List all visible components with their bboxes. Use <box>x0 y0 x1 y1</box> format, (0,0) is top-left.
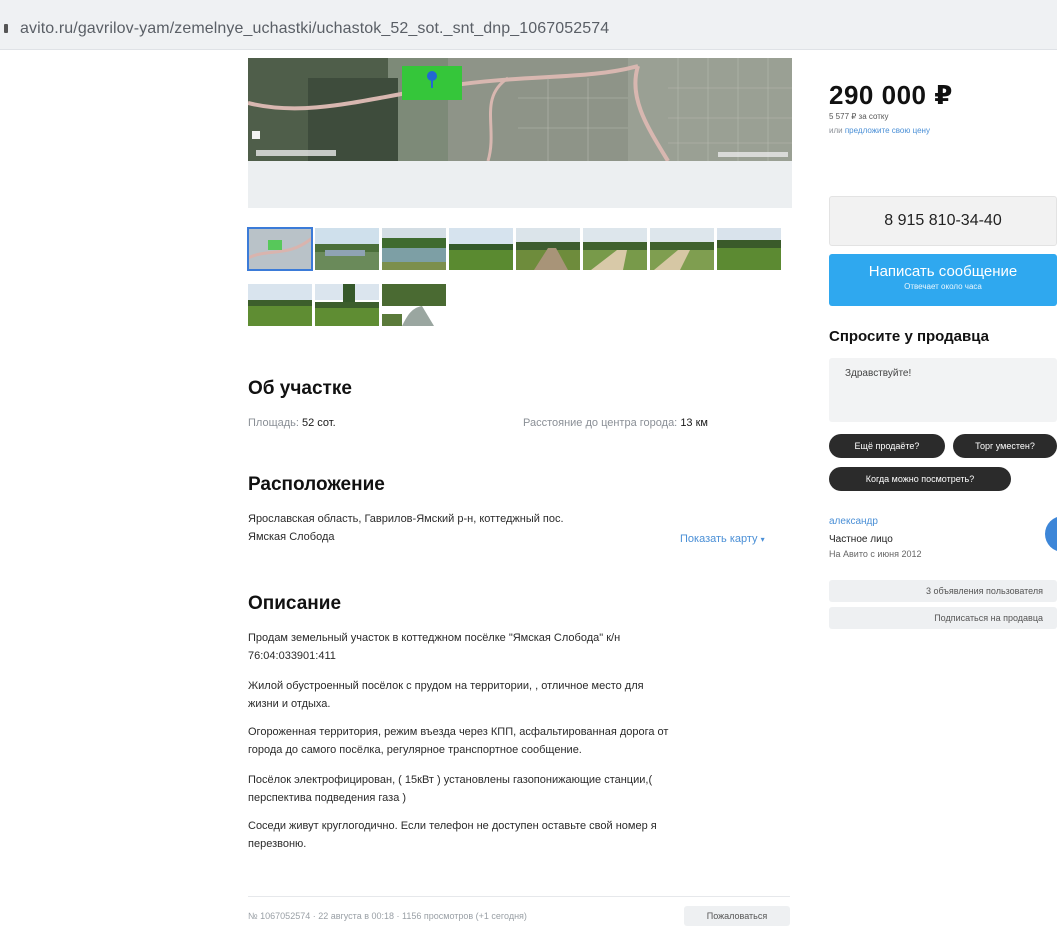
address-line-2: Ямская Слобода <box>248 531 335 543</box>
ask-seller-text: Здравствуйте! <box>845 368 912 379</box>
offer-prefix: или <box>829 126 843 135</box>
description-line: Соседи живут круглогодично. Если телефон… <box>248 820 657 832</box>
report-button[interactable]: Пожаловаться <box>684 906 790 926</box>
distance-row: Расстояние до центра города: 13 км <box>523 417 708 429</box>
description-paragraph: Жилой обустроенный посёлок с прудом на т… <box>248 677 793 713</box>
description-line: Продам земельный участок в коттеджном по… <box>248 632 621 644</box>
description-line: Жилой обустроенный посёлок с прудом на т… <box>248 680 644 692</box>
area-label: Площадь: <box>248 417 299 429</box>
thumbnail[interactable] <box>516 228 580 270</box>
distance-label: Расстояние до центра города: <box>523 417 678 429</box>
location-title: Расположение <box>248 474 385 495</box>
description-title: Описание <box>248 593 342 614</box>
description-line: Огороженная территория, режим въезда чер… <box>248 726 669 738</box>
chip-bargain[interactable]: Торг уместен? <box>953 434 1057 458</box>
seller-since: На Авито с июня 2012 <box>829 549 922 559</box>
show-phone-button[interactable]: 8 915 810-34-40 <box>829 196 1057 246</box>
thumbnail[interactable] <box>449 228 513 270</box>
thumbnail[interactable] <box>382 228 446 270</box>
area-value: 52 сот. <box>302 417 336 429</box>
thumbnail[interactable] <box>650 228 714 270</box>
price-per-sotka: 5 577 ₽ за сотку <box>829 112 889 121</box>
thumbnail[interactable] <box>248 284 312 326</box>
description-line: 76:04:033901:411 <box>248 650 336 662</box>
description-paragraph: Продам земельный участок в коттеджном по… <box>248 629 793 665</box>
listing-meta: № 1067052574 · 22 августа в 00:18 · 1156… <box>248 911 527 921</box>
seller-listings-button[interactable]: 3 объявления пользователя <box>829 580 1057 602</box>
description-line: перспектива подведения газа ) <box>248 792 407 804</box>
thumbnail[interactable] <box>247 227 313 271</box>
chip-still-selling[interactable]: Ещё продаёте? <box>829 434 945 458</box>
seller-type: Частное лицо <box>829 534 893 545</box>
description-paragraph: Посёлок электрофицирован, ( 15кВт ) уста… <box>248 771 793 807</box>
ask-seller-input[interactable]: Здравствуйте! <box>829 358 1057 422</box>
avatar[interactable] <box>1045 516 1057 552</box>
ask-seller-title: Спросите у продавца <box>829 328 989 345</box>
response-time: Отвечает около часа <box>904 282 982 291</box>
distance-value: 13 км <box>680 417 708 429</box>
description-paragraph: Соседи живут круглогодично. Если телефон… <box>248 817 793 853</box>
seller-name-link[interactable]: александр <box>829 516 878 527</box>
price: 290 000 ₽ <box>829 80 953 110</box>
chip-when-to-view[interactable]: Когда можно посмотреть? <box>829 467 1011 491</box>
show-map-label: Показать карту <box>680 533 758 545</box>
subscribe-seller-button[interactable]: Подписаться на продавца <box>829 607 1057 629</box>
description-line: жизни и отдыха. <box>248 698 331 710</box>
main-photo-map[interactable] <box>248 58 792 208</box>
thumbnail[interactable] <box>315 284 379 326</box>
thumbnail[interactable] <box>315 228 379 270</box>
footer-divider <box>248 896 790 897</box>
chevron-down-icon: ▾ <box>760 535 765 544</box>
address-line-1: Ярославская область, Гаврилов-Ямский р-н… <box>248 513 564 525</box>
thumbnail[interactable] <box>382 284 446 326</box>
show-map-link[interactable]: Показать карту ▾ <box>680 533 765 545</box>
url-text[interactable]: avito.ru/gavrilov-yam/zemelnye_uchastki/… <box>20 20 609 38</box>
write-message-button[interactable]: Написать сообщение Отвечает около часа <box>829 254 1057 306</box>
browser-url-bar[interactable]: avito.ru/gavrilov-yam/zemelnye_uchastki/… <box>0 0 1057 50</box>
area-row: Площадь: 52 сот. <box>248 417 336 429</box>
description-paragraph: Огороженная территория, режим въезда чер… <box>248 723 793 759</box>
description-line: города до самого посёлка, регулярное тра… <box>248 744 582 756</box>
lock-icon <box>4 24 8 33</box>
about-title: Об участке <box>248 378 352 399</box>
description-line: перезвоню. <box>248 838 307 850</box>
thumbnail[interactable] <box>717 228 781 270</box>
offer-price-link[interactable]: предложите свою цену <box>845 126 930 135</box>
write-message-label: Написать сообщение <box>868 263 1018 280</box>
thumbnail[interactable] <box>583 228 647 270</box>
description-line: Посёлок электрофицирован, ( 15кВт ) уста… <box>248 774 653 786</box>
offer-price-row: или предложите свою цену <box>829 126 930 135</box>
